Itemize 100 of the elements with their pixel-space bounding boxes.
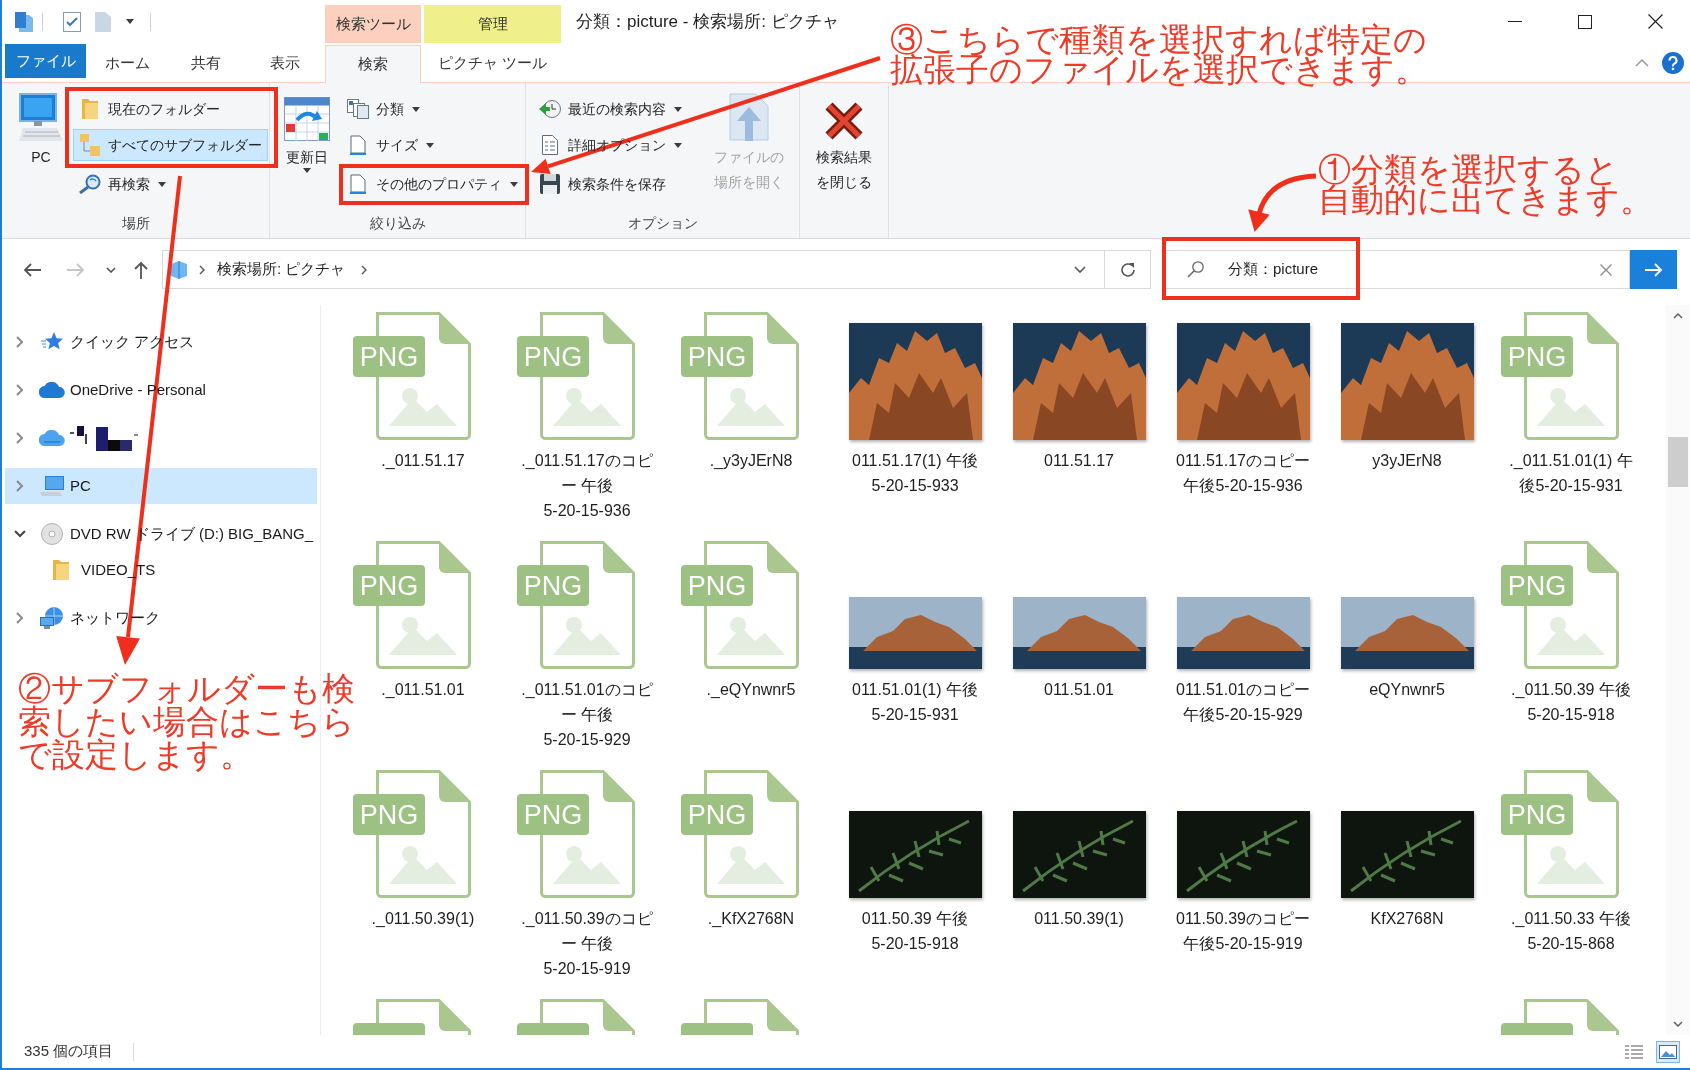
file-name[interactable]: 011.51.17 [1044, 448, 1114, 473]
file-name[interactable]: ._011.51.01(1) 午後5-20-15-931 [1502, 448, 1640, 498]
clock-arrow-icon [539, 99, 561, 119]
computer-icon [19, 93, 63, 141]
file-type-label: PNG [1507, 342, 1567, 372]
ribbon-tab[interactable]: ホーム [86, 44, 168, 82]
ribbon-tab[interactable]: ピクチャ ツール [424, 44, 561, 82]
cube-icon [171, 260, 187, 279]
ribbon-button[interactable]: 再検索 [73, 168, 172, 200]
breadcrumb-chevron-icon[interactable] [361, 264, 368, 275]
file-type-label: PNG [1507, 571, 1567, 601]
annotation-text: ③こちらで種類を選択すれば特定の拡張子のファイルを選択できます。 [890, 25, 1429, 85]
photo-placeholder[interactable] [1340, 323, 1474, 440]
file-name[interactable]: ._011.51.17 [381, 448, 465, 473]
file-type-label: PNG [687, 342, 747, 372]
file-name[interactable]: ._011.51.17のコピー 午後5-20-15-936 [518, 448, 656, 523]
photo-placeholder[interactable] [1176, 323, 1310, 440]
file-name[interactable]: ._011.50.39(1) [371, 906, 475, 931]
tree-item[interactable]: ネットワーク [5, 600, 317, 636]
file-name[interactable]: ._011.50.39のコピー 午後5-20-15-919 [518, 906, 656, 981]
file-type-label: PNG [359, 571, 419, 601]
photo-placeholder[interactable] [848, 811, 982, 898]
photo-placeholder[interactable] [1340, 597, 1474, 669]
file-name[interactable]: 011.51.01(1) 午後5-20-15-931 [846, 677, 984, 727]
photo-placeholder[interactable] [848, 323, 982, 440]
file-name[interactable]: ._011.50.33 午後5-20-15-868 [1502, 906, 1640, 956]
file-type-label: PNG [359, 342, 419, 372]
refresh-icon [1119, 261, 1136, 278]
ribbon-group-label: 場所 [121, 214, 150, 233]
minimize-icon [1508, 21, 1522, 22]
ribbon-button[interactable]: その他のプロパティ [341, 168, 524, 200]
chevron-right-icon[interactable] [16, 432, 24, 444]
ribbon-button[interactable]: すべてのサブフォルダー [73, 129, 268, 161]
document-icon [350, 135, 366, 155]
chevron-right-icon[interactable] [16, 336, 24, 348]
checkmark-document-icon[interactable] [63, 11, 81, 32]
document-icon [350, 174, 366, 194]
png-file-icon[interactable] [681, 999, 799, 1035]
file-name[interactable]: ._011.51.01 [381, 677, 465, 702]
photo-placeholder[interactable] [1176, 597, 1310, 669]
ribbon-button[interactable]: 最近の検索内容 [533, 93, 688, 125]
file-type-label: PNG [523, 342, 583, 372]
ribbon-button[interactable]: 検索結果を閉じる [807, 93, 881, 195]
photo-placeholder[interactable] [1012, 597, 1146, 669]
breadcrumb-chevron-icon[interactable] [199, 264, 205, 275]
chevron-right-icon[interactable] [16, 612, 24, 624]
file-name[interactable]: ._eQYnwnr5 [706, 677, 796, 702]
help-button[interactable] [1661, 50, 1685, 75]
file-name[interactable]: 011.51.01 [1044, 677, 1114, 702]
file-name[interactable]: ._KfX2768N [707, 906, 795, 931]
file-type-label: PNG [1507, 800, 1567, 830]
file-type-label: PNG [523, 800, 583, 830]
photo-placeholder[interactable] [1012, 811, 1146, 898]
ribbon-button[interactable]: サイズ [341, 129, 440, 161]
file-name[interactable]: 011.50.39 午後5-20-15-918 [846, 906, 984, 956]
annotation-text: ①分類を選択すると [1318, 155, 1619, 185]
arrow-up-icon [134, 260, 148, 279]
file-tab[interactable]: ファイル [5, 44, 86, 78]
file-name[interactable]: 011.50.39のコピー午後5-20-15-919 [1174, 906, 1312, 956]
png-file-icon[interactable] [1501, 999, 1619, 1035]
png-file-icon[interactable] [353, 999, 471, 1035]
file-name[interactable]: ._y3yJErN8 [709, 448, 793, 473]
stacked-documents-icon [347, 99, 369, 119]
folder-icon [82, 99, 98, 119]
file-name[interactable]: eQYnwnr5 [1369, 677, 1445, 702]
scrollbar-thumb[interactable] [1668, 437, 1688, 487]
file-name[interactable]: 011.51.17のコピー午後5-20-15-936 [1174, 448, 1312, 498]
address-bar[interactable]: 検索場所: ピクチャ [162, 250, 1105, 289]
file-name[interactable]: KfX2768N [1370, 906, 1444, 931]
large-icons-view-button[interactable] [1656, 1040, 1680, 1063]
ribbon-button[interactable]: 現在のフォルダー [73, 93, 226, 125]
scrollbar[interactable] [1666, 305, 1690, 1035]
file-name[interactable]: ._011.50.39 午後5-20-15-918 [1502, 677, 1640, 727]
ribbon-button[interactable]: 更新日 [278, 93, 336, 173]
ribbon-tab[interactable]: 共有 [168, 44, 244, 82]
photo-placeholder[interactable] [1012, 323, 1146, 440]
refresh-button[interactable] [1105, 250, 1151, 289]
chevron-up-icon [1635, 58, 1649, 67]
chevron-right-icon[interactable] [16, 384, 24, 396]
png-file-icon[interactable] [517, 999, 635, 1035]
file-name[interactable]: ._011.51.01のコピー 午後5-20-15-929 [518, 677, 656, 752]
ribbon-tab[interactable]: 表示 [244, 44, 325, 82]
chevron-right-icon[interactable] [16, 480, 24, 492]
file-name[interactable]: 011.51.01のコピー午後5-20-15-929 [1174, 677, 1312, 727]
chevron-down-icon[interactable] [14, 530, 26, 538]
search-go-button[interactable] [1630, 250, 1677, 289]
search-field[interactable]: 分類：picture [1164, 250, 1630, 289]
photo-placeholder[interactable] [848, 597, 982, 669]
photo-placeholder[interactable] [1176, 811, 1310, 898]
tree-item[interactable]: PC [5, 468, 317, 504]
magnifier-icon [79, 174, 101, 194]
file-name[interactable]: y3yJErN8 [1372, 448, 1442, 473]
photo-placeholder[interactable] [1340, 811, 1474, 898]
file-name[interactable]: 011.51.17(1) 午後5-20-15-933 [846, 448, 984, 498]
ribbon-button[interactable]: PC [12, 93, 70, 170]
contextual-tab-header: 管理 [424, 5, 561, 43]
ribbon-tab[interactable]: 検索 [325, 45, 421, 83]
breadcrumb-item[interactable]: 検索場所: ピクチャ [217, 258, 346, 281]
ribbon-button[interactable]: 分類 [341, 93, 426, 125]
file-name[interactable]: 011.50.39(1) [1034, 906, 1124, 931]
